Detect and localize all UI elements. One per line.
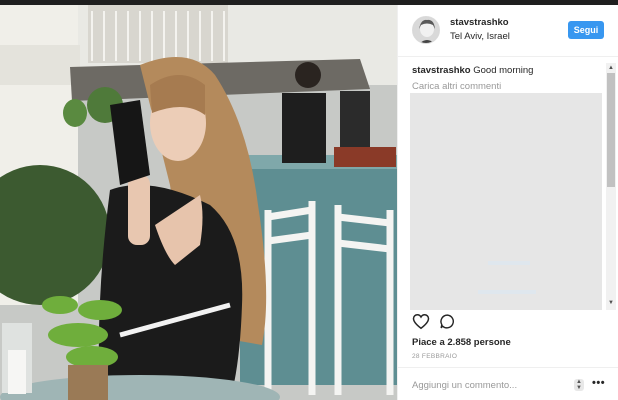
comments-scrollbar[interactable]: ▲ ▼ bbox=[606, 63, 616, 310]
post-location[interactable]: Tel Aviv, Israel bbox=[450, 31, 510, 42]
post-caption: stavstrashko Good morning bbox=[412, 65, 533, 76]
follow-button[interactable]: Segui bbox=[568, 21, 604, 39]
avatar-image bbox=[413, 17, 439, 43]
caption-username[interactable]: stavstrashko bbox=[412, 65, 471, 76]
post-header: stavstrashko Tel Aviv, Israel Segui bbox=[398, 5, 618, 57]
post-side-panel: stavstrashko Tel Aviv, Israel Segui stav… bbox=[397, 5, 618, 400]
comments-placeholder-area bbox=[410, 93, 602, 310]
likes-suffix: persone bbox=[471, 337, 511, 348]
scroll-down-arrow-icon[interactable]: ▼ bbox=[608, 300, 614, 306]
post-photo[interactable] bbox=[0, 5, 397, 400]
comments-section: stavstrashko Good morning Carica altri c… bbox=[398, 63, 618, 313]
likes-prefix: Piace a bbox=[412, 337, 448, 348]
comment-icon[interactable] bbox=[439, 313, 456, 335]
avatar[interactable] bbox=[412, 16, 440, 44]
faint-text-line bbox=[478, 290, 536, 294]
photo-illustration bbox=[0, 5, 397, 400]
add-comment-input[interactable] bbox=[412, 380, 562, 391]
up-down-arrows-icon[interactable]: ▲ ▼ bbox=[574, 379, 584, 391]
load-more-comments-link[interactable]: Carica altri commenti bbox=[412, 81, 501, 92]
post-username[interactable]: stavstrashko bbox=[450, 17, 509, 28]
scroll-up-arrow-icon[interactable]: ▲ bbox=[608, 65, 614, 71]
faint-text-line bbox=[488, 261, 530, 265]
likes-number: 2.858 bbox=[447, 337, 472, 348]
post-actions bbox=[398, 312, 618, 334]
add-comment-bar: ▲▼ ••• bbox=[398, 367, 618, 400]
scrollbar-thumb[interactable] bbox=[607, 73, 615, 187]
heart-icon[interactable] bbox=[412, 313, 430, 335]
caption-text: Good morning bbox=[470, 65, 534, 76]
more-options-icon[interactable]: ••• bbox=[592, 377, 605, 389]
post-date[interactable]: 28 FEBBRAIO bbox=[412, 353, 457, 360]
likes-count[interactable]: Piace a 2.858 persone bbox=[412, 337, 511, 348]
